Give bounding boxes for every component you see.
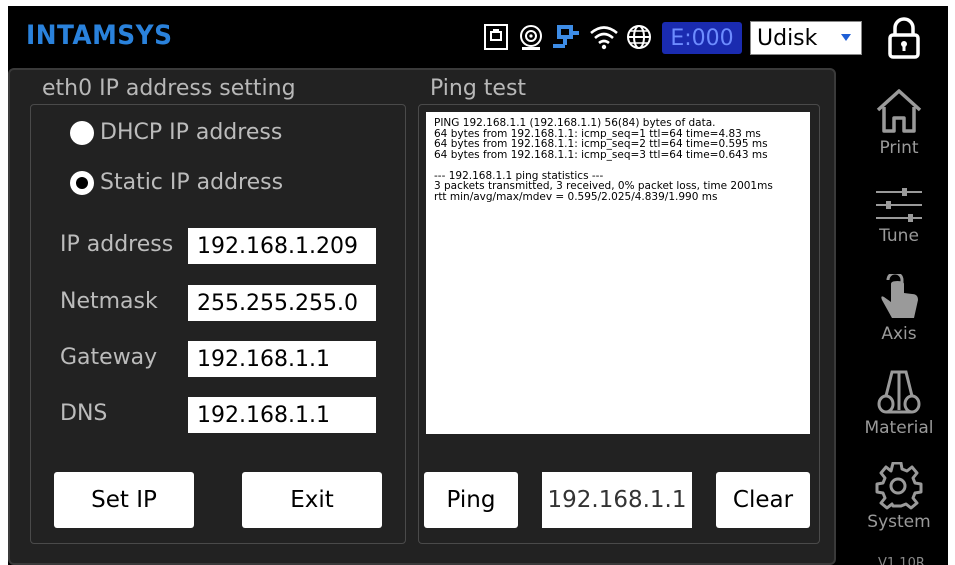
chevron-down-icon xyxy=(841,34,851,41)
netmask-label: Netmask xyxy=(60,289,158,314)
static-radio-option[interactable]: Static IP address xyxy=(70,170,283,195)
dhcp-radio-option[interactable]: DHCP IP address xyxy=(70,120,282,145)
network-settings-panel: eth0 IP address setting DHCP IP address … xyxy=(8,68,836,565)
exit-button[interactable]: Exit xyxy=(242,472,382,528)
wifi-icon[interactable] xyxy=(588,22,620,52)
eth-section-title: eth0 IP address setting xyxy=(42,76,296,101)
sidebar-item-label: Material xyxy=(864,418,934,438)
gateway-field[interactable]: 192.168.1.1 xyxy=(188,341,376,377)
error-counter[interactable]: E:000 xyxy=(662,22,742,54)
dhcp-label: DHCP IP address xyxy=(100,120,283,145)
ping-output-line xyxy=(434,160,802,171)
brand-logo: INTAMSYS xyxy=(26,20,173,51)
sidebar-item-label: System xyxy=(867,512,931,532)
ip-address-field[interactable]: 192.168.1.209 xyxy=(188,228,376,264)
sd-card-icon[interactable] xyxy=(482,22,510,52)
dns-label: DNS xyxy=(60,401,108,426)
ping-output-line: rtt min/avg/max/mdev = 0.595/2.025/4.839… xyxy=(434,190,718,203)
lock-icon[interactable] xyxy=(884,16,924,60)
sidebar-item-print[interactable]: Print xyxy=(856,86,942,158)
sidebar-item-label: Print xyxy=(879,138,919,158)
hand-pointer-icon xyxy=(881,274,918,318)
static-label: Static IP address xyxy=(100,170,284,195)
home-icon xyxy=(876,89,922,133)
ping-output-line: 3 packets transmitted, 3 received, 0% pa… xyxy=(434,180,773,192)
webcam-icon[interactable] xyxy=(516,22,546,52)
filament-spool-icon xyxy=(877,370,921,414)
top-bar: INTAMSYS E:000 Udisk xyxy=(8,6,948,68)
gateway-label: Gateway xyxy=(60,345,158,370)
sidebar-item-label: Tune xyxy=(879,226,919,246)
sidebar-item-tune[interactable]: Tune xyxy=(856,186,942,246)
ping-section-title: Ping test xyxy=(430,76,527,101)
sidebar-item-label: Axis xyxy=(881,324,917,344)
globe-icon[interactable] xyxy=(624,22,654,52)
firmware-version: V1.10R xyxy=(878,556,925,565)
sliders-icon xyxy=(876,188,922,222)
set-ip-button[interactable]: Set IP xyxy=(54,472,194,528)
ping-target-field[interactable]: 192.168.1.1 xyxy=(542,472,692,528)
storage-select-value: Udisk xyxy=(757,25,818,51)
storage-select[interactable]: Udisk xyxy=(750,21,862,55)
ip-address-label: IP address xyxy=(60,232,174,257)
netmask-field[interactable]: 255.255.255.0 xyxy=(188,285,376,321)
sidebar-item-axis[interactable]: Axis xyxy=(856,274,942,344)
ethernet-icon[interactable] xyxy=(550,22,582,52)
sidebar-item-material[interactable]: Material xyxy=(856,368,942,438)
ping-output-log: PING 192.168.1.1 (192.168.1.1) 56(84) by… xyxy=(426,112,810,434)
ping-output-line: 64 bytes from 192.168.1.1: icmp_seq=2 tt… xyxy=(434,138,768,150)
dns-field[interactable]: 192.168.1.1 xyxy=(188,397,376,433)
static-radio-button[interactable] xyxy=(70,170,94,195)
gear-icon xyxy=(875,462,923,510)
ping-button[interactable]: Ping xyxy=(424,472,518,528)
clear-button[interactable]: Clear xyxy=(716,472,810,528)
ping-output-line: 64 bytes from 192.168.1.1: icmp_seq=3 tt… xyxy=(434,148,768,161)
printer-screen: INTAMSYS E:000 Udisk eth0 IP address set… xyxy=(8,6,948,565)
dhcp-radio-button[interactable] xyxy=(70,120,94,145)
sidebar-item-system[interactable]: System xyxy=(856,462,942,532)
ping-output-line: PING 192.168.1.1 (192.168.1.1) 56(84) by… xyxy=(434,117,716,129)
